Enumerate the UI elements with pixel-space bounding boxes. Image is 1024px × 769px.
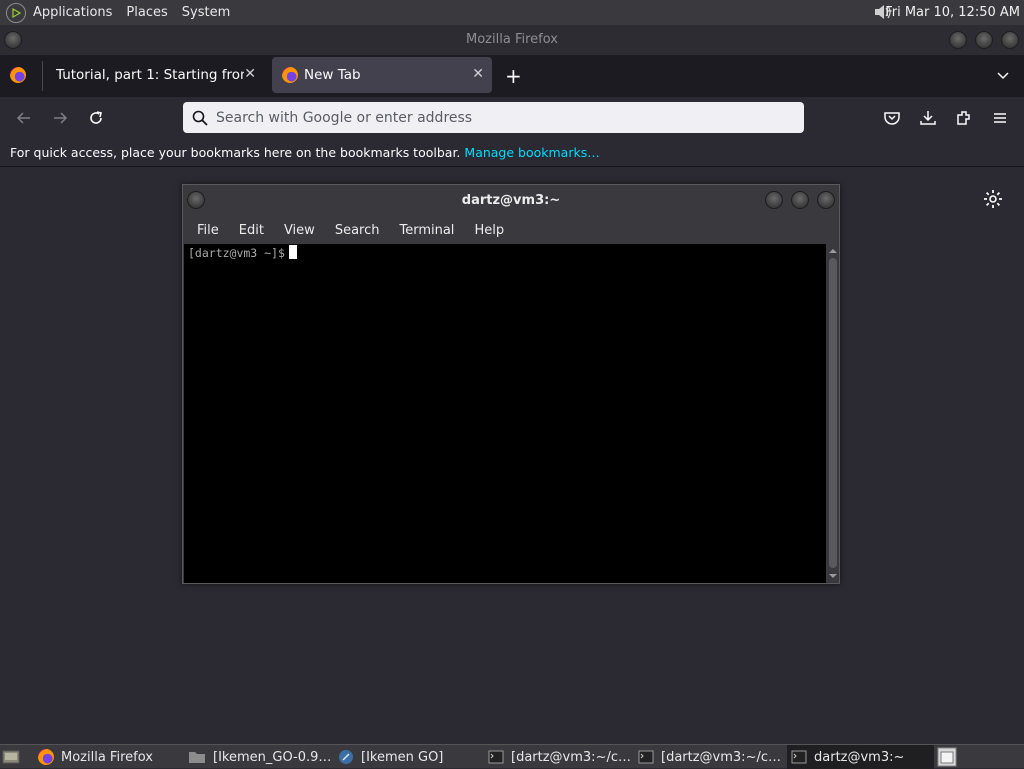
terminal-close-button[interactable]: [817, 191, 835, 209]
menu-edit[interactable]: Edit: [229, 223, 274, 238]
menu-view[interactable]: View: [274, 223, 325, 238]
system-menu[interactable]: System: [175, 0, 237, 25]
firefox-icon: [38, 749, 54, 765]
folder-icon: [189, 752, 205, 763]
maximize-button[interactable]: [975, 31, 993, 49]
tab-strip: Tutorial, part 1: Starting from sc ✕ New…: [0, 55, 1024, 97]
show-desktop-icon[interactable]: [2, 745, 24, 769]
task-firefox[interactable]: Mozilla Firefox: [38, 745, 180, 769]
close-tab-icon[interactable]: ✕: [472, 66, 484, 82]
gear-icon[interactable]: [983, 189, 1003, 213]
bookmarks-toolbar: For quick access, place your bookmarks h…: [0, 139, 1024, 167]
terminal-title: dartz@vm3:~: [461, 193, 561, 208]
clock[interactable]: Fri Mar 10, 12:50 AM: [885, 0, 1020, 25]
task-label: dartz@vm3:~: [814, 749, 905, 765]
firefox-view-icon[interactable]: [10, 67, 26, 83]
taskbar: Mozilla Firefox [Ikemen_GO-0.9… [Ikemen …: [0, 744, 1024, 769]
scroll-up-icon[interactable]: [827, 246, 839, 256]
tab-new-tab[interactable]: New Tab ✕: [272, 57, 492, 93]
text-cursor: [288, 245, 297, 259]
menu-terminal[interactable]: Terminal: [389, 223, 464, 238]
task-ikemen-folder[interactable]: [Ikemen_GO-0.9…: [188, 745, 331, 769]
manage-bookmarks-link[interactable]: Manage bookmarks…: [464, 145, 599, 160]
ikemen-app-icon: [339, 750, 353, 764]
terminal-icon: [638, 750, 654, 764]
terminal-window[interactable]: dartz@vm3:~ File Edit View Search Termin…: [182, 184, 840, 584]
firefox-icon: [282, 67, 298, 83]
terminal-scrollbar[interactable]: [827, 244, 839, 583]
menu-icon[interactable]: [988, 106, 1012, 130]
reload-icon[interactable]: [84, 106, 108, 130]
window-title: Mozilla Firefox: [466, 32, 558, 47]
terminal-minimize-button[interactable]: [765, 191, 783, 209]
url-placeholder: Search with Google or enter address: [216, 109, 473, 126]
list-all-tabs-icon[interactable]: [996, 67, 1010, 86]
minimize-button[interactable]: [949, 31, 967, 49]
search-icon: [192, 110, 208, 126]
menu-help[interactable]: Help: [464, 223, 514, 238]
terminal-titlebar[interactable]: dartz@vm3:~: [183, 185, 839, 216]
task-label: [dartz@vm3:~/c…: [661, 749, 781, 765]
pocket-icon[interactable]: [880, 106, 904, 130]
task-terminal-active[interactable]: dartz@vm3:~: [787, 745, 934, 769]
terminal-maximize-button[interactable]: [791, 191, 809, 209]
scrollbar-thumb[interactable]: [829, 258, 837, 568]
task-label: [Ikemen_GO-0.9…: [213, 749, 331, 765]
task-label: [dartz@vm3:~/c…: [511, 749, 631, 765]
menu-file[interactable]: File: [187, 223, 229, 238]
close-tab-icon[interactable]: ✕: [244, 66, 256, 82]
tab-tutorial[interactable]: Tutorial, part 1: Starting from sc ✕: [46, 57, 264, 93]
terminal-icon: [488, 750, 504, 764]
tab-label: New Tab: [304, 67, 361, 83]
task-label: [Ikemen GO]: [361, 749, 444, 765]
forward-icon[interactable]: [48, 106, 72, 130]
download-icon[interactable]: [916, 106, 940, 130]
terminal-menubar: File Edit View Search Terminal Help: [183, 216, 839, 244]
task-terminal-1[interactable]: [dartz@vm3:~/c…: [488, 745, 631, 769]
extensions-icon[interactable]: [952, 106, 976, 130]
new-tab-button[interactable]: +: [505, 64, 522, 88]
gnome-foot-icon[interactable]: [6, 2, 26, 23]
terminal-icon: [791, 750, 807, 764]
task-label: Mozilla Firefox: [61, 749, 153, 765]
window-menu-icon[interactable]: [4, 31, 22, 49]
bookmarks-hint: For quick access, place your bookmarks h…: [10, 145, 461, 160]
shell-prompt: [dartz@vm3 ~]$: [188, 246, 285, 260]
scroll-down-icon[interactable]: [827, 571, 839, 581]
workspace-switcher-icon[interactable]: [937, 745, 959, 769]
terminal-body[interactable]: [dartz@vm3 ~]$: [184, 244, 826, 583]
terminal-prompt-line: [dartz@vm3 ~]$: [188, 245, 297, 261]
tab-label: Tutorial, part 1: Starting from sc: [56, 67, 244, 83]
tab-divider: [42, 61, 43, 91]
top-panel: Applications Places System Fri Mar 10, 1…: [0, 0, 1024, 25]
back-icon[interactable]: [12, 106, 36, 130]
applications-menu[interactable]: Applications: [26, 0, 119, 25]
menu-search[interactable]: Search: [325, 223, 390, 238]
nav-bar: Search with Google or enter address: [0, 97, 1024, 139]
window-titlebar[interactable]: Mozilla Firefox: [0, 25, 1024, 55]
task-terminal-2[interactable]: [dartz@vm3:~/c…: [638, 745, 781, 769]
task-ikemen-go[interactable]: [Ikemen GO]: [338, 745, 480, 769]
close-window-button[interactable]: [1001, 31, 1019, 49]
url-bar[interactable]: Search with Google or enter address: [183, 102, 804, 133]
terminal-window-menu-icon[interactable]: [187, 191, 205, 209]
places-menu[interactable]: Places: [119, 0, 174, 25]
